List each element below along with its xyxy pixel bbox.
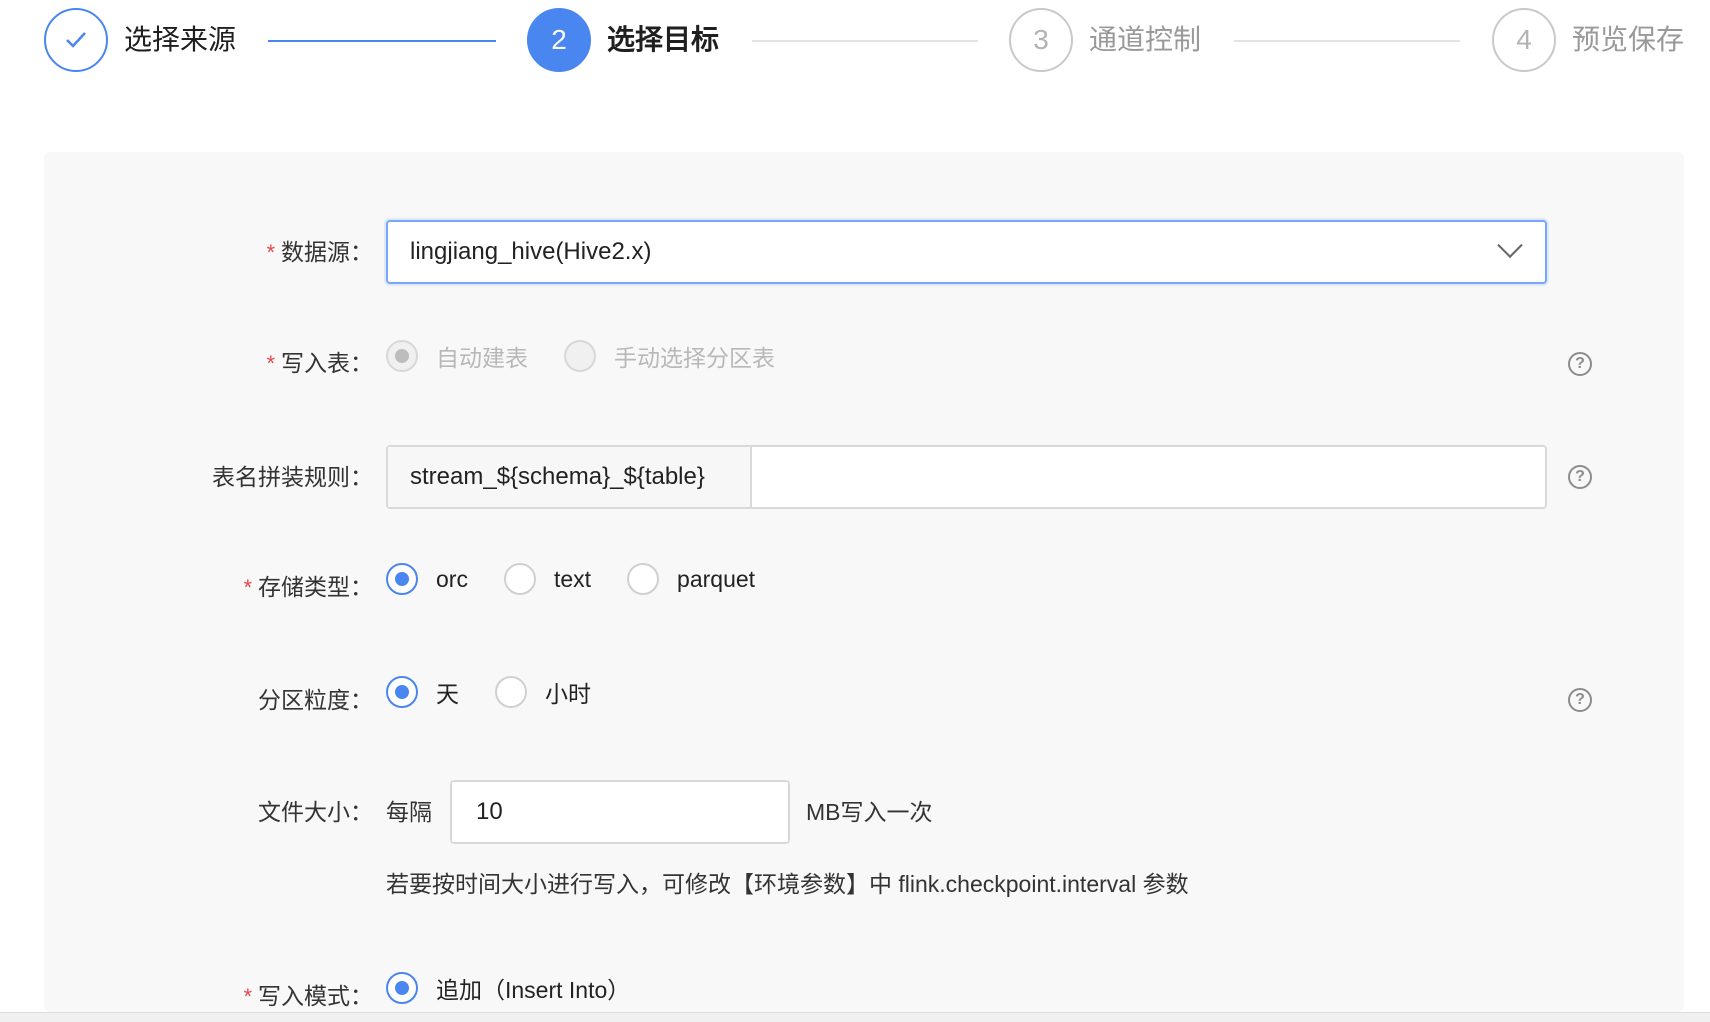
radio-text[interactable]: text [503,563,591,595]
question-circle-icon[interactable]: ? [1568,465,1592,489]
radio-dot [386,340,418,372]
radio-dot [386,676,418,708]
write-table-label: * 写入表： [266,350,373,376]
storage-type-radio-group: orc text parquet [386,559,791,599]
radio-hour[interactable]: 小时 [495,675,591,709]
table-name-prefix-addon: stream_${schema}_${table} [388,447,752,507]
file-size-label: 文件大小： [258,799,373,825]
file-size-input[interactable]: 10 [450,780,790,844]
required-mark: * [243,575,252,600]
step-1-title[interactable]: 选择来源 [124,20,236,60]
radio-auto-create-table[interactable]: 自动建表 [386,339,528,373]
step-3-title[interactable]: 通道控制 [1089,20,1201,60]
chevron-down-icon [1497,232,1523,259]
partition-label: 分区粒度： [258,687,373,713]
file-size-suffix: MB写入一次 [806,799,933,825]
partition-radio-group: 天 小时 [386,672,627,712]
radio-day[interactable]: 天 [386,675,459,709]
radio-dot [495,676,527,708]
table-name-rule-input[interactable]: stream_${schema}_${table} [386,445,1547,509]
radio-dot [627,563,660,595]
step-3-circle[interactable]: 3 [1009,8,1073,72]
required-mark: * [266,240,275,265]
storage-type-label: * 存储类型： [243,574,373,600]
question-circle-icon[interactable]: ? [1568,352,1592,376]
step-2-connector [752,40,978,42]
step-1-done-check-icon[interactable] [44,8,108,72]
radio-insert-into[interactable]: 追加（Insert Into） [386,971,630,1005]
table-name-rule-label: 表名拼装规则： [212,464,373,490]
steps-bar: 选择来源 2 选择目标 3 通道控制 4 预览保存 [0,0,1710,82]
radio-dot [386,972,418,1004]
datasource-value: lingjiang_hive(Hive2.x) [410,238,652,265]
radio-dot [503,563,536,595]
write-mode-radio-group: 追加（Insert Into） [386,968,666,1008]
write-mode-label: * 写入模式： [243,983,373,1009]
datasource-select[interactable]: lingjiang_hive(Hive2.x) [386,220,1547,284]
bottom-divider [0,1012,1710,1022]
step-1-connector [268,40,496,42]
radio-parquet[interactable]: parquet [627,563,755,595]
radio-dot [564,340,596,372]
write-table-radio-group: 自动建表 手动选择分区表 [386,336,811,376]
file-size-prefix: 每隔 [386,799,432,825]
required-mark: * [243,984,252,1009]
required-mark: * [266,351,275,376]
radio-orc[interactable]: orc [386,563,468,595]
step-2-title[interactable]: 选择目标 [607,20,719,60]
radio-dot [386,563,418,595]
file-size-hint: 若要按时间大小进行写入，可修改【环境参数】中 flink.checkpoint.… [386,871,1189,897]
step-2-circle[interactable]: 2 [527,8,591,72]
radio-manual-partition-table[interactable]: 手动选择分区表 [564,339,775,373]
table-name-rule-field[interactable] [752,447,1545,507]
step-3-connector [1234,40,1460,42]
check-icon [66,32,86,48]
step-4-circle[interactable]: 4 [1492,8,1556,72]
datasource-label: * 数据源： [266,239,373,265]
question-circle-icon[interactable]: ? [1568,688,1592,712]
step-4-title[interactable]: 预览保存 [1572,20,1684,60]
